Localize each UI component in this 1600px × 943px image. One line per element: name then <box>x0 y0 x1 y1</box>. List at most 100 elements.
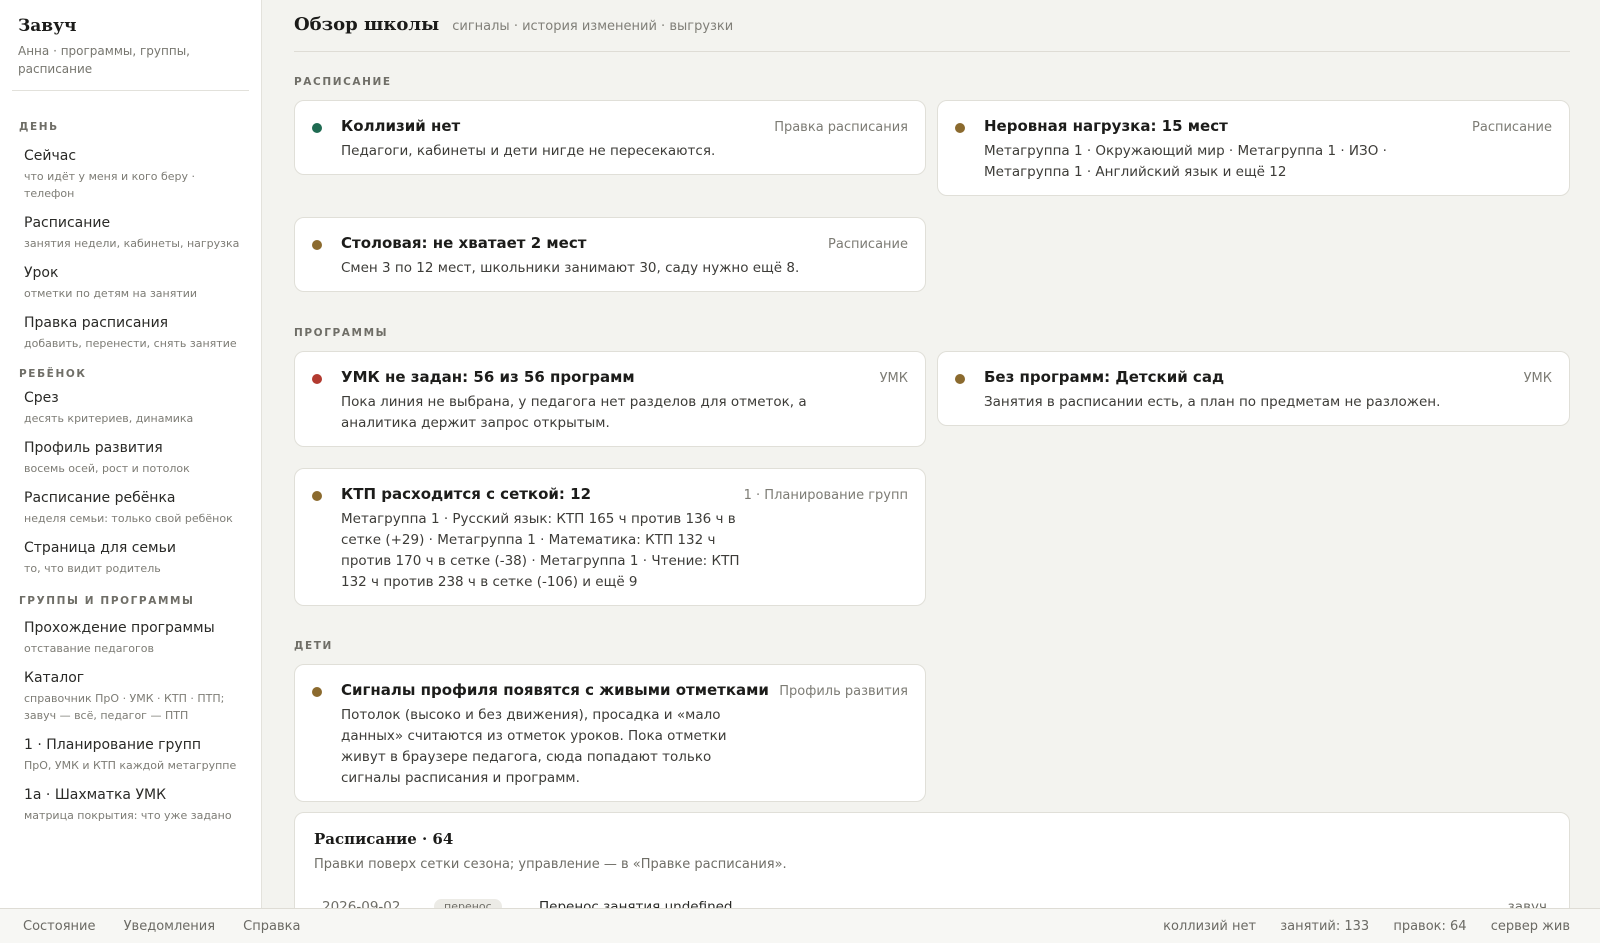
sidebar-item-profile[interactable]: Профиль развития восемь осей, рост и пот… <box>0 440 261 477</box>
history-title: Расписание · 64 <box>314 830 454 848</box>
card-body: Метагруппа 1 · Окружающий мир · Метагруп… <box>984 143 1387 180</box>
section-label-children: ДЕТИ <box>294 640 333 652</box>
card-title: Коллизий нет <box>341 117 461 135</box>
sidebar-item-catalog[interactable]: Каталог справочник ПрО · УМК · КТП · ПТП… <box>0 670 261 724</box>
sidebar-item-label: Правка расписания <box>24 315 169 331</box>
card-link[interactable]: Расписание <box>828 237 908 252</box>
sidebar-item-desc: ПрО, УМК и КТП каждой метагруппе <box>24 759 237 772</box>
card-link[interactable]: УМК <box>880 371 908 386</box>
card-link[interactable]: УМК <box>1524 371 1552 386</box>
status-dot <box>955 123 965 133</box>
status-bar: Состояние Уведомления Справка коллизий н… <box>0 908 1600 943</box>
nav-section-child: РЕБЁНОК <box>19 368 87 380</box>
sidebar-item-group-planning[interactable]: 1 · Планирование групп ПрО, УМК и КТП ка… <box>0 737 261 774</box>
sidebar-item-desc: справочник ПрО · УМК · КТП · ПТП; завуч … <box>24 692 225 722</box>
status-dot <box>312 240 322 250</box>
row-text: Перенос занятия undefined <box>539 899 733 908</box>
section-label-programs: ПРОГРАММЫ <box>294 327 389 339</box>
sidebar-item-child-schedule[interactable]: Расписание ребёнка неделя семьи: только … <box>0 490 261 527</box>
section-label-schedule: РАСПИСАНИЕ <box>294 76 392 88</box>
signal-card-collisions[interactable]: Коллизий нет Правка расписания Педагоги,… <box>294 100 926 175</box>
footer-link-notifications[interactable]: Уведомления <box>124 919 215 934</box>
divider <box>12 90 249 91</box>
card-title: Без программ: Детский сад <box>984 368 1225 386</box>
sidebar-item-label: Профиль развития <box>24 440 163 456</box>
sidebar-item-label: Сейчас <box>24 148 77 164</box>
nav-section-day: ДЕНЬ <box>19 121 59 133</box>
sidebar-item-desc: отметки по детям на занятии <box>24 287 198 300</box>
page-subtitle: сигналы · история изменений · выгрузки <box>452 19 734 34</box>
card-link[interactable]: Расписание <box>1472 120 1552 135</box>
sidebar-item-label: Прохождение программы <box>24 620 215 636</box>
row-badge: перенос <box>434 899 502 908</box>
sidebar-item-desc: отставание педагогов <box>24 642 154 655</box>
card-body: Смен 3 по 12 мест, школьники занимают 30… <box>341 260 800 276</box>
footer-links: Состояние Уведомления Справка <box>23 919 324 934</box>
sidebar-item-label: Срез <box>24 390 59 406</box>
page-title: Обзор школы <box>294 14 440 35</box>
sidebar-item-desc: то, что видит родитель <box>24 562 161 575</box>
sidebar-item-label: Страница для семьи <box>24 540 176 556</box>
card-body: Занятия в расписании есть, а план по пре… <box>984 394 1441 410</box>
brand: Завуч Анна · программы, группы, расписан… <box>0 0 261 78</box>
card-body: Пока линия не выбрана, у педагога нет ра… <box>341 394 807 431</box>
sidebar-item-schedule-edit[interactable]: Правка расписания добавить, перенести, с… <box>0 315 261 352</box>
card-body: Метагруппа 1 · Русский язык: КТП 165 ч п… <box>341 511 740 590</box>
card-body: Потолок (высоко и без движения), просадк… <box>341 707 727 786</box>
app-subtitle: Анна · программы, группы, расписание <box>18 44 190 76</box>
nav-section-groups: ГРУППЫ И ПРОГРАММЫ <box>19 595 195 607</box>
sidebar-item-label: 1а · Шахматка УМК <box>24 787 167 803</box>
sidebar-item-desc: матрица покрытия: что уже задано <box>24 809 232 822</box>
signal-card-load[interactable]: Неровная нагрузка: 15 мест Расписание Ме… <box>937 100 1570 196</box>
sidebar-item-desc: добавить, перенести, снять занятие <box>24 337 237 350</box>
sidebar-item-schedule[interactable]: Расписание занятия недели, кабинеты, наг… <box>0 215 261 252</box>
card-title: Сигналы профиля появятся с живыми отметк… <box>341 681 769 699</box>
sidebar-item-label: 1 · Планирование групп <box>24 737 201 753</box>
card-body: Педагоги, кабинеты и дети нигде не перес… <box>341 143 716 159</box>
signal-card-profile[interactable]: Сигналы профиля появятся с живыми отметк… <box>294 664 926 802</box>
row-date: 2026-09-02 <box>322 899 401 908</box>
footer-link-help[interactable]: Справка <box>243 919 300 934</box>
sidebar-item-progress[interactable]: Прохождение программы отставание педагог… <box>0 620 261 657</box>
sidebar-item-desc: что идёт у меня и кого беру · телефон <box>24 170 195 200</box>
signal-card-canteen[interactable]: Столовая: не хватает 2 мест Расписание С… <box>294 217 926 292</box>
status-dot <box>312 491 322 501</box>
stat-edits: правок: 64 <box>1393 919 1467 934</box>
sidebar-item-desc: восемь осей, рост и потолок <box>24 462 190 475</box>
card-title: Столовая: не хватает 2 мест <box>341 234 587 252</box>
sidebar-item-label: Каталог <box>24 670 85 686</box>
card-title: Неровная нагрузка: 15 мест <box>984 117 1228 135</box>
card-title: КТП расходится с сеткой: 12 <box>341 485 592 503</box>
footer-stats: коллизий нет занятий: 133 правок: 64 сер… <box>1143 919 1570 934</box>
card-link[interactable]: Правка расписания <box>774 120 908 135</box>
sidebar-item-desc: десять критериев, динамика <box>24 412 194 425</box>
sidebar-item-now[interactable]: Сейчас что идёт у меня и кого беру · тел… <box>0 148 261 202</box>
sidebar-item-label: Расписание <box>24 215 111 231</box>
card-link[interactable]: 1 · Планирование групп <box>744 488 908 503</box>
history-row[interactable]: 2026-09-02 перенос Перенос занятия undef… <box>322 899 1547 908</box>
status-dot <box>312 123 322 133</box>
history-subtitle: Правки поверх сетки сезона; управление —… <box>314 857 787 872</box>
sidebar-item-desc: занятия недели, кабинеты, нагрузка <box>24 237 240 250</box>
signal-card-umk[interactable]: УМК не задан: 56 из 56 программ УМК Пока… <box>294 351 926 447</box>
footer-link-status[interactable]: Состояние <box>23 919 95 934</box>
sidebar-item-umk-matrix[interactable]: 1а · Шахматка УМК матрица покрытия: что … <box>0 787 261 824</box>
sidebar-item-family-page[interactable]: Страница для семьи то, что видит родител… <box>0 540 261 577</box>
sidebar: Завуч Анна · программы, группы, расписан… <box>0 0 262 908</box>
app-title: Завуч <box>18 16 77 36</box>
stat-lessons: занятий: 133 <box>1280 919 1370 934</box>
sidebar-item-lesson[interactable]: Урок отметки по детям на занятии <box>0 265 261 302</box>
status-dot <box>312 687 322 697</box>
signal-card-ktp[interactable]: КТП расходится с сеткой: 12 1 · Планиров… <box>294 468 926 606</box>
stat-collisions: коллизий нет <box>1163 919 1257 934</box>
sidebar-item-snapshot[interactable]: Срез десять критериев, динамика <box>0 390 261 427</box>
card-title: УМК не задан: 56 из 56 программ <box>341 368 635 386</box>
stat-server: сервер жив <box>1490 919 1570 934</box>
signal-card-no-programs[interactable]: Без программ: Детский сад УМК Занятия в … <box>937 351 1570 426</box>
main-content: Обзор школы сигналы · история изменений … <box>262 0 1600 908</box>
page-header: Обзор школы сигналы · история изменений … <box>294 14 1570 52</box>
history-card: Расписание · 64 Правки поверх сетки сезо… <box>294 812 1570 908</box>
card-link[interactable]: Профиль развития <box>779 684 908 699</box>
row-author: завуч <box>1507 899 1547 908</box>
status-dot <box>955 374 965 384</box>
